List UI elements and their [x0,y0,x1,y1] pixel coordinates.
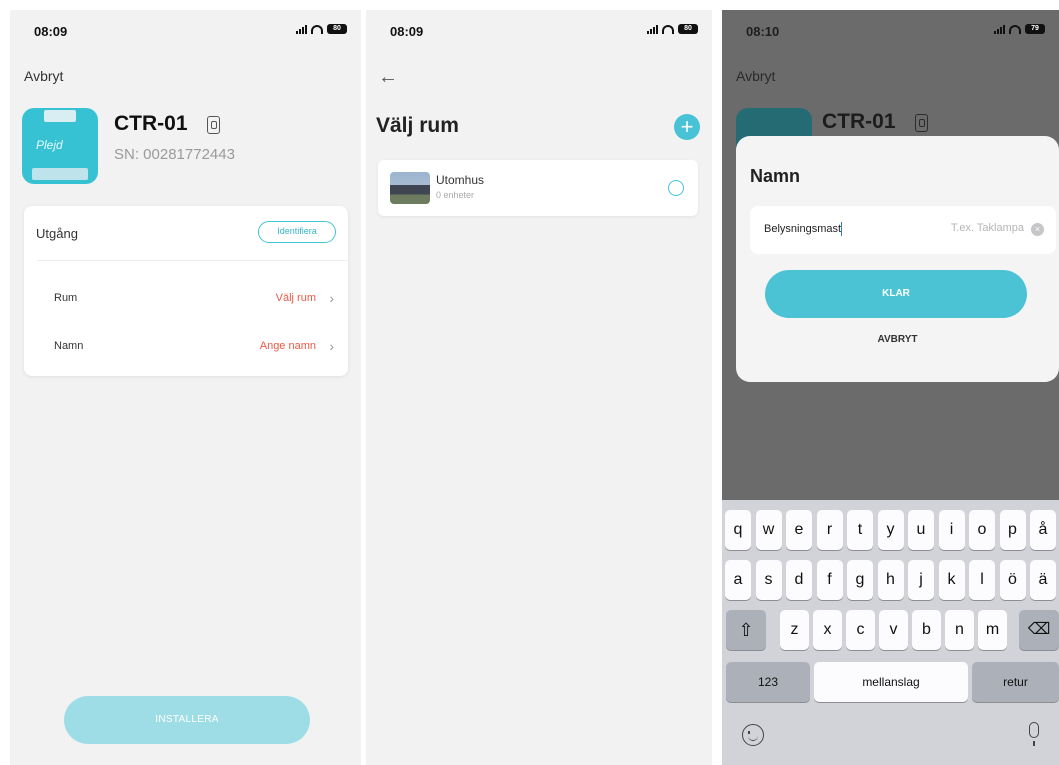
divider [38,260,348,261]
key-å[interactable]: å [1030,510,1056,550]
signal-icon [994,24,1005,34]
cancel-link: Avbryt [736,68,776,84]
name-input[interactable]: Belysningsmast T.ex. Taklampa × [750,206,1056,254]
room-list-item[interactable]: Utomhus 0 enheter [378,160,698,216]
key-ä[interactable]: ä [1030,560,1056,600]
signal-icon [647,24,658,34]
device-name: CTR-01 [114,112,188,135]
space-key[interactable]: mellanslag [814,662,968,702]
cancel-button[interactable]: AVBRYT [736,334,1059,345]
key-y[interactable]: y [877,510,904,550]
key-q[interactable]: q [725,510,751,550]
status-bar: 08:09 80 [10,10,361,50]
lock-icon [207,116,220,134]
microphone-icon[interactable] [1029,722,1039,746]
numbers-key[interactable]: 123 [726,662,810,702]
screen-name-dialog: 08:10 79 Avbryt CTR-01 Namn Belysningsma… [722,10,1059,765]
backspace-key[interactable]: ⌫ [1019,610,1059,650]
keyboard: ⇧ ⌫ 123 mellanslag retur qwertyuiopå asdf… [722,500,1059,765]
page-title: Välj rum [376,114,459,137]
room-image [390,172,430,204]
key-z[interactable]: z [780,610,809,650]
wifi-icon [311,24,323,34]
key-k[interactable]: k [938,560,965,600]
key-t[interactable]: t [847,510,873,550]
key-m[interactable]: m [978,610,1007,650]
status-time: 08:09 [34,24,68,39]
room-row[interactable]: Rum Välj rum › [54,290,334,310]
key-ö[interactable]: ö [999,560,1026,600]
lock-icon [915,114,928,132]
status-time: 08:09 [390,24,424,39]
install-button[interactable]: INSTALLERA [64,696,310,744]
key-n[interactable]: n [945,610,974,650]
status-icons: 79 [994,24,1045,34]
status-time: 08:10 [746,24,780,39]
key-a[interactable]: a [725,560,751,600]
device-terminal [32,168,88,180]
chevron-right-icon: › [329,290,334,306]
signal-icon [296,24,307,34]
dialog-title: Namn [750,166,801,186]
room-device-count: 0 enheter [436,190,475,200]
key-f[interactable]: f [816,560,843,600]
status-icons: 80 [296,24,347,34]
cancel-link[interactable]: Avbryt [24,68,63,84]
key-p[interactable]: p [999,510,1026,550]
key-c[interactable]: c [846,610,875,650]
status-bar: 08:10 79 [722,10,1059,50]
key-v[interactable]: v [879,610,908,650]
key-s[interactable]: s [755,560,782,600]
key-u[interactable]: u [908,510,934,550]
screen-choose-room: 08:09 80 ← Välj rum + Utomhus 0 enheter [366,10,712,765]
key-j[interactable]: j [908,560,934,600]
room-label: Rum [54,292,78,304]
wifi-icon [1009,24,1021,34]
key-i[interactable]: i [938,510,965,550]
key-w[interactable]: w [755,510,782,550]
device-image: Plejd [22,108,98,184]
device-name: CTR-01 [822,110,896,133]
back-arrow-icon[interactable]: ← [378,66,398,89]
name-input-value: Belysningsmast [764,222,843,236]
key-r[interactable]: r [816,510,843,550]
battery-icon: 80 [327,24,347,34]
wifi-icon [662,24,674,34]
device-chip [44,110,76,122]
key-o[interactable]: o [969,510,995,550]
chevron-right-icon: › [329,338,334,354]
room-name: Utomhus [436,173,485,187]
return-key[interactable]: retur [972,662,1059,702]
done-button[interactable]: KLAR [765,270,1027,318]
screen-device-setup: 08:09 80 Avbryt Plejd CTR-01 SN: 0028177… [10,10,361,765]
emoji-icon[interactable] [742,724,764,746]
identify-button[interactable]: Identifiera [258,221,336,243]
status-icons: 80 [647,24,698,34]
key-x[interactable]: x [813,610,842,650]
name-input-placeholder: T.ex. Taklampa [950,222,1024,234]
room-value: Välj rum [275,292,316,304]
key-b[interactable]: b [912,610,941,650]
clear-icon[interactable]: × [1031,223,1044,236]
device-serial: SN: 00281772443 [114,146,235,163]
battery-icon: 79 [1025,24,1045,34]
shift-key[interactable]: ⇧ [726,610,766,650]
key-d[interactable]: d [786,560,812,600]
key-g[interactable]: g [847,560,873,600]
output-card: Utgång Identifiera Rum Välj rum › Namn A… [24,206,348,376]
battery-icon: 80 [678,24,698,34]
output-heading: Utgång [36,226,78,241]
add-room-button[interactable]: + [674,114,700,140]
key-h[interactable]: h [877,560,904,600]
device-brand-text: Plejd [36,138,63,152]
status-bar: 08:09 80 [366,10,712,50]
name-row[interactable]: Namn Ange namn › [54,338,334,358]
name-value: Ange namn [259,340,316,352]
name-dialog: Namn Belysningsmast T.ex. Taklampa × KLA… [736,136,1059,382]
name-label: Namn [54,340,84,352]
key-l[interactable]: l [969,560,995,600]
text-caret [841,222,843,236]
key-e[interactable]: e [786,510,812,550]
radio-button[interactable] [668,180,684,196]
